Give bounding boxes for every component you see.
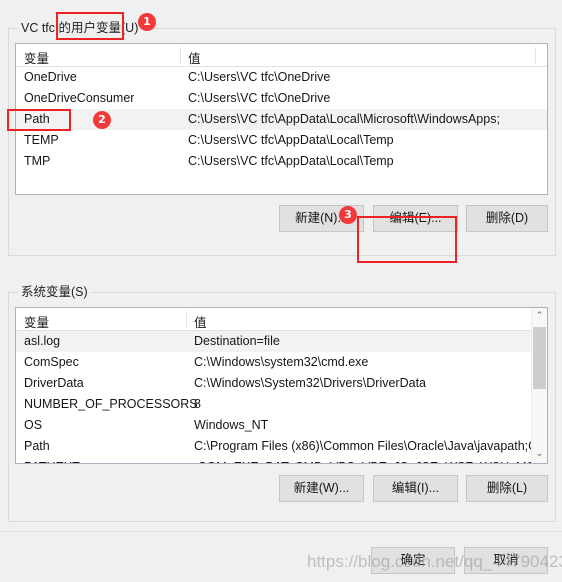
variable-name: OneDrive (24, 70, 77, 84)
user-variables-list[interactable]: 变量 值 OneDrive C:\Users\VC tfc\OneDrive O… (15, 43, 548, 195)
variable-name: OneDriveConsumer (24, 91, 135, 105)
system-variables-group: 系统变量(S) 变量 值 asl.log Destination=file Co… (8, 285, 556, 522)
system-list-header: 变量 值 (16, 308, 547, 331)
table-row[interactable]: NUMBER_OF_PROCESSORS 8 (16, 394, 547, 415)
user-column-divider-1[interactable] (180, 47, 181, 64)
user-list-body: OneDrive C:\Users\VC tfc\OneDrive OneDri… (16, 67, 547, 172)
variable-value: .COM;.EXE;.BAT;.CMD;.VBS;.VBE;.JS;.JSE;.… (194, 457, 544, 463)
table-row[interactable]: OS Windows_NT (16, 415, 547, 436)
variable-name: Path (24, 112, 50, 126)
table-row[interactable]: asl.log Destination=file (16, 331, 547, 352)
table-row[interactable]: Path C:\Program Files (x86)\Common Files… (16, 436, 547, 457)
system-column-header-value[interactable]: 值 (194, 312, 207, 331)
system-list-scrollbar[interactable]: ⌃ ⌄ (531, 308, 547, 463)
variable-value: 8 (194, 397, 201, 411)
user-variables-group: VC tfc 的用户变量(U) 变量 值 OneDrive C:\Users\V… (8, 21, 556, 256)
user-new-button[interactable]: 新建(N)... (279, 205, 364, 232)
variable-name: Path (24, 439, 50, 453)
table-row[interactable]: TMP C:\Users\VC tfc\AppData\Local\Temp (16, 151, 547, 172)
system-new-button[interactable]: 新建(W)... (279, 475, 364, 502)
variable-name: DriverData (24, 376, 84, 390)
variable-value: C:\Users\VC tfc\AppData\Local\Microsoft\… (188, 112, 500, 126)
variable-name: ComSpec (24, 355, 79, 369)
variable-value: Windows_NT (194, 418, 269, 432)
variable-name: PATHEXT (24, 457, 80, 463)
table-row[interactable]: OneDrive C:\Users\VC tfc\OneDrive (16, 67, 547, 88)
scroll-up-icon[interactable]: ⌃ (532, 308, 547, 325)
system-column-header-name[interactable]: 变量 (24, 312, 49, 331)
table-row[interactable]: PATHEXT .COM;.EXE;.BAT;.CMD;.VBS;.VBE;.J… (16, 457, 547, 463)
user-list-header: 变量 值 (16, 44, 547, 67)
system-column-divider-1[interactable] (186, 311, 187, 328)
user-column-header-value[interactable]: 值 (188, 48, 201, 67)
variable-name: asl.log (24, 334, 61, 348)
scrollbar-thumb[interactable] (533, 327, 546, 389)
table-row[interactable]: OneDriveConsumer C:\Users\VC tfc\OneDriv… (16, 88, 547, 109)
ok-button[interactable]: 确定 (371, 547, 455, 574)
scroll-down-icon[interactable]: ⌄ (532, 446, 547, 463)
user-column-header-name[interactable]: 变量 (24, 48, 49, 67)
variable-name: NUMBER_OF_PROCESSORS (24, 397, 198, 411)
table-row[interactable]: TEMP C:\Users\VC tfc\AppData\Local\Temp (16, 130, 547, 151)
user-delete-button[interactable]: 删除(D) (466, 205, 548, 232)
variable-name: TMP (24, 154, 51, 168)
system-delete-button[interactable]: 删除(L) (466, 475, 548, 502)
system-variables-list[interactable]: 变量 值 asl.log Destination=file ComSpec C:… (15, 307, 548, 464)
system-variables-legend: 系统变量(S) (18, 285, 92, 299)
variable-value: C:\Program Files (x86)\Common Files\Orac… (194, 439, 548, 453)
variable-value: C:\Users\VC tfc\OneDrive (188, 91, 331, 105)
user-variables-legend: VC tfc 的用户变量(U) (18, 21, 143, 35)
variable-value: C:\Users\VC tfc\OneDrive (188, 70, 331, 84)
variable-value: C:\Windows\system32\cmd.exe (194, 355, 369, 369)
table-row[interactable]: DriverData C:\Windows\System32\Drivers\D… (16, 373, 547, 394)
cancel-button[interactable]: 取消 (464, 547, 548, 574)
variable-value: C:\Users\VC tfc\AppData\Local\Temp (188, 133, 394, 147)
variable-value: C:\Users\VC tfc\AppData\Local\Temp (188, 154, 394, 168)
system-edit-button[interactable]: 编辑(I)... (373, 475, 458, 502)
variable-value: Destination=file (194, 334, 280, 348)
table-row[interactable]: Path C:\Users\VC tfc\AppData\Local\Micro… (16, 109, 547, 130)
bottom-separator (0, 531, 562, 532)
variable-name: OS (24, 418, 43, 432)
system-list-body: asl.log Destination=file ComSpec C:\Wind… (16, 331, 547, 463)
user-column-divider-2[interactable] (535, 47, 536, 64)
user-edit-button[interactable]: 编辑(E)... (373, 205, 458, 232)
variable-value: C:\Windows\System32\Drivers\DriverData (194, 376, 426, 390)
table-row[interactable]: ComSpec C:\Windows\system32\cmd.exe (16, 352, 547, 373)
variable-name: TEMP (24, 133, 59, 147)
